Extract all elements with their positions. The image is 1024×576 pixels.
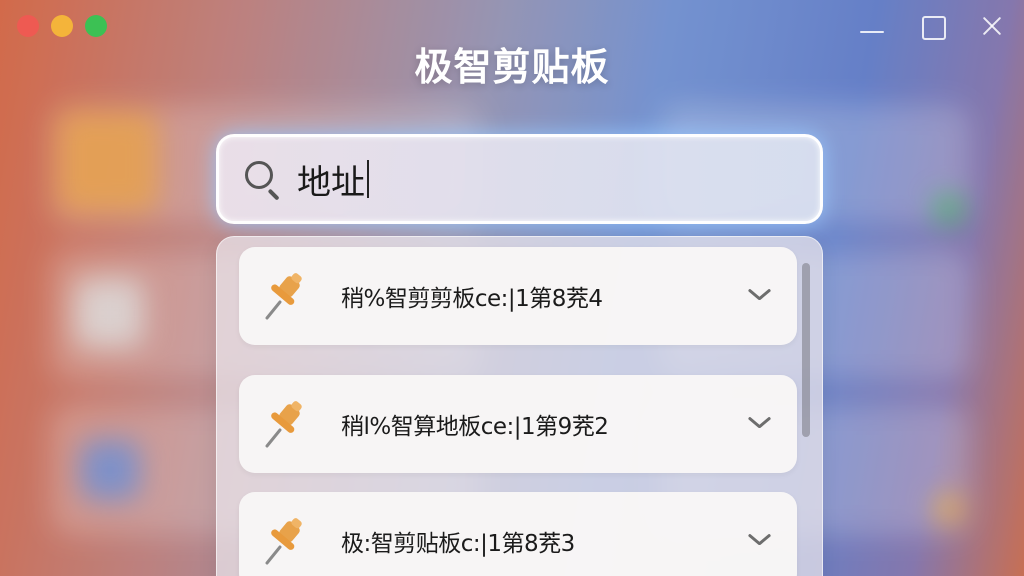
- result-item[interactable]: 极:智剪贴板c:|1第8茺3: [239, 492, 797, 576]
- zoom-dot[interactable]: [85, 15, 107, 37]
- app-title: 极智剪贴板: [414, 45, 610, 89]
- pin-icon[interactable]: [261, 513, 305, 569]
- text-caret: [367, 160, 369, 198]
- chevron-down-icon[interactable]: [747, 529, 771, 553]
- minimize-dot[interactable]: [51, 15, 73, 37]
- traffic-lights: [17, 15, 107, 37]
- result-item[interactable]: 稍%智剪剪板ce:|1第8茺4: [239, 247, 797, 345]
- search-query: 地址: [297, 162, 365, 203]
- chevron-down-icon[interactable]: [747, 412, 771, 436]
- chevron-down-icon[interactable]: [747, 284, 771, 308]
- result-text: 稍%智剪剪板ce:|1第8茺4: [341, 286, 603, 312]
- scrollbar[interactable]: [802, 263, 810, 437]
- search-bar[interactable]: 地址: [216, 134, 823, 224]
- result-item[interactable]: 稍l%智算地板ce:|1第9茺2: [239, 375, 797, 473]
- search-input[interactable]: 地址: [297, 155, 369, 204]
- search-icon: [243, 159, 283, 201]
- results-panel: 稍%智剪剪板ce:|1第8茺4 稍l%智算地板ce:|1第9茺2 极:智剪贴板c…: [216, 236, 823, 576]
- pin-icon[interactable]: [261, 268, 305, 324]
- close-dot[interactable]: [17, 15, 39, 37]
- pin-icon[interactable]: [261, 396, 305, 452]
- result-text: 极:智剪贴板c:|1第8茺3: [341, 531, 575, 557]
- result-text: 稍l%智算地板ce:|1第9茺2: [341, 414, 609, 440]
